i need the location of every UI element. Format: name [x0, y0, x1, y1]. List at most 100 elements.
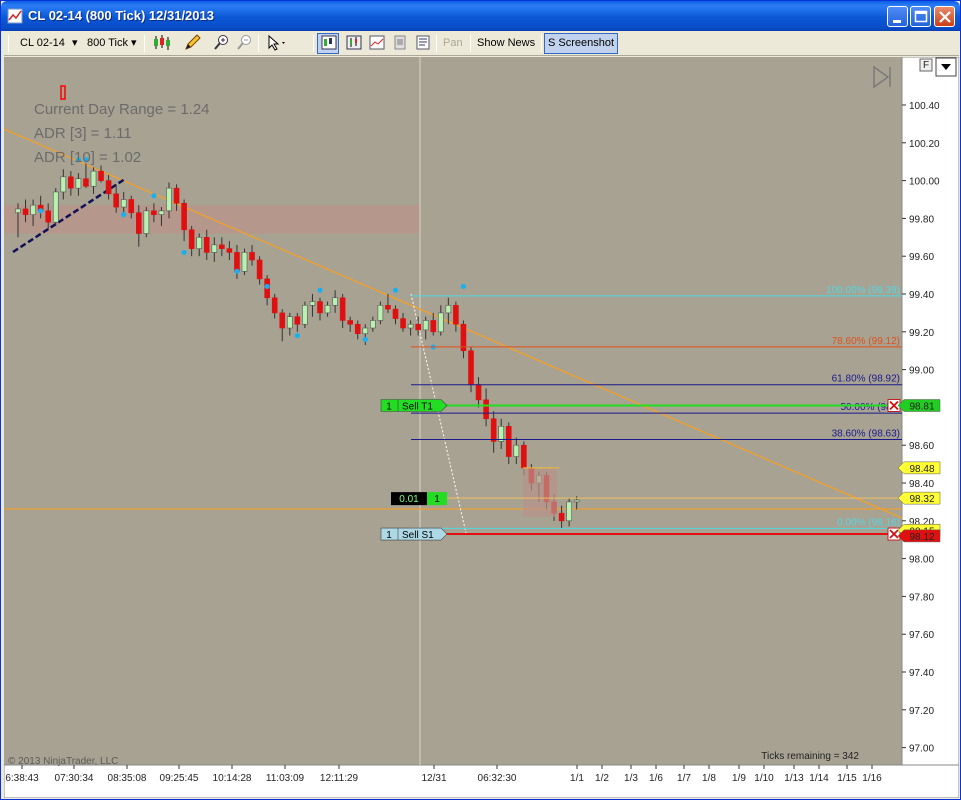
zoom-in-button[interactable]: [210, 33, 232, 54]
candle-body[interactable]: [166, 187, 172, 212]
candle-body[interactable]: [445, 305, 452, 314]
candle-body[interactable]: [90, 170, 97, 187]
candle-body[interactable]: [68, 176, 74, 189]
fib-level-label: 78.60% (99.12): [832, 336, 900, 347]
instrument-selector[interactable]: CL 02-14: [20, 34, 65, 53]
cursor-mode-button[interactable]: [262, 33, 290, 54]
candle-body[interactable]: [521, 444, 527, 469]
x-tick-label: 12/31: [421, 773, 446, 784]
candle-body[interactable]: [407, 323, 414, 329]
candle-body[interactable]: [558, 512, 565, 522]
candle-body[interactable]: [279, 312, 286, 329]
candle-body[interactable]: [188, 229, 195, 249]
candle-body[interactable]: [136, 212, 142, 234]
candle-body[interactable]: [196, 237, 202, 249]
candle-body[interactable]: [249, 252, 255, 261]
candle-body[interactable]: [475, 384, 482, 401]
pan-button[interactable]: Pan: [439, 33, 467, 54]
candle-body[interactable]: [430, 320, 437, 333]
candle-body[interactable]: [422, 320, 429, 331]
candle-body[interactable]: [347, 320, 354, 325]
minimize-button[interactable]: [887, 6, 908, 27]
candle-body[interactable]: [302, 305, 308, 325]
candle-body[interactable]: [181, 202, 187, 231]
candle-body[interactable]: [415, 323, 421, 331]
indicators-icon: [369, 35, 385, 50]
candle-body[interactable]: [362, 327, 369, 334]
show-news-button[interactable]: Show News: [473, 33, 539, 54]
candle-body[interactable]: [286, 316, 293, 329]
maximize-icon: [914, 10, 928, 23]
candle-body[interactable]: [30, 204, 36, 215]
data-series-button[interactable]: [342, 33, 364, 54]
chart-panel[interactable]: 100.40 100.20 100.00 99.80 99.60 99.40 99.20 99…: [4, 57, 959, 798]
candle-body[interactable]: [203, 237, 210, 253]
candle-body[interactable]: [505, 425, 512, 457]
candle-body[interactable]: [45, 210, 52, 223]
candle-body[interactable]: [211, 244, 218, 253]
candle-body[interactable]: [377, 305, 384, 321]
close-button[interactable]: [934, 6, 955, 27]
candle-body[interactable]: [385, 305, 391, 310]
candle-body[interactable]: [60, 176, 67, 193]
candle-body[interactable]: [105, 180, 112, 195]
title-bar[interactable]: CL 02-14 (800 Tick) 12/31/2013: [1, 1, 960, 31]
candle-body[interactable]: [332, 297, 338, 306]
candle-body[interactable]: [490, 418, 497, 442]
candle-body[interactable]: [241, 252, 248, 272]
candle-body[interactable]: [158, 210, 165, 215]
screenshot-button[interactable]: S Screenshot: [544, 33, 619, 54]
candle-body[interactable]: [513, 444, 520, 457]
candle-body[interactable]: [22, 208, 29, 215]
candle-body[interactable]: [468, 350, 474, 386]
candle-body[interactable]: [566, 501, 572, 522]
chart-trader-button[interactable]: [317, 33, 339, 54]
candle-body[interactable]: [339, 297, 346, 321]
candle-body[interactable]: [271, 297, 278, 314]
indicators-button[interactable]: [365, 33, 387, 54]
x-tick-label: 10:14:28: [213, 773, 252, 784]
candle-body[interactable]: [226, 248, 233, 253]
maximize-button[interactable]: [910, 6, 931, 27]
interval-selector[interactable]: 800 Tick: [87, 34, 128, 53]
strategies-button[interactable]: [388, 33, 410, 54]
candle-body[interactable]: [256, 259, 263, 280]
candle-body[interactable]: [324, 305, 331, 314]
candle-body[interactable]: [483, 399, 489, 420]
toolbar-separator: [258, 35, 259, 52]
candle-body[interactable]: [52, 191, 59, 223]
candle-body[interactable]: [15, 208, 21, 214]
candle-body[interactable]: [294, 316, 301, 325]
interval-dropdown-icon[interactable]: ▾: [131, 34, 137, 53]
candle-body[interactable]: [309, 301, 316, 306]
candle-body[interactable]: [219, 244, 225, 249]
price-chart[interactable]: 100.40 100.20 100.00 99.80 99.60 99.40 99.20 99…: [4, 57, 959, 798]
candle-body[interactable]: [120, 199, 127, 208]
swing-point-dot: [362, 336, 368, 342]
candle-body[interactable]: [400, 318, 406, 329]
y-tick-label: 97.40: [909, 668, 934, 679]
drawing-tools-button[interactable]: [179, 33, 207, 54]
candle-body[interactable]: [354, 323, 361, 334]
candle-body[interactable]: [75, 178, 82, 189]
candle-body[interactable]: [128, 199, 135, 214]
zoom-out-button[interactable]: [233, 33, 255, 54]
instrument-dropdown-icon[interactable]: ▾: [72, 34, 78, 53]
candle-body[interactable]: [573, 499, 580, 503]
candle-body[interactable]: [143, 210, 150, 234]
x-tick-label: 08:35:08: [108, 773, 147, 784]
candle-body[interactable]: [370, 320, 376, 329]
candle-body[interactable]: [151, 210, 157, 215]
info-line: ADR [10] = 1.02: [34, 149, 141, 166]
candle-body[interactable]: [234, 252, 240, 272]
candle-body[interactable]: [83, 178, 89, 187]
candle-body[interactable]: [437, 312, 444, 333]
candle-body[interactable]: [317, 301, 323, 314]
candle-body[interactable]: [98, 170, 104, 181]
candle-body[interactable]: [113, 193, 119, 208]
candle-body[interactable]: [453, 305, 459, 325]
properties-button[interactable]: [411, 33, 433, 54]
chart-style-button[interactable]: [148, 33, 176, 54]
candle-body[interactable]: [392, 308, 399, 319]
candle-body[interactable]: [173, 187, 180, 204]
